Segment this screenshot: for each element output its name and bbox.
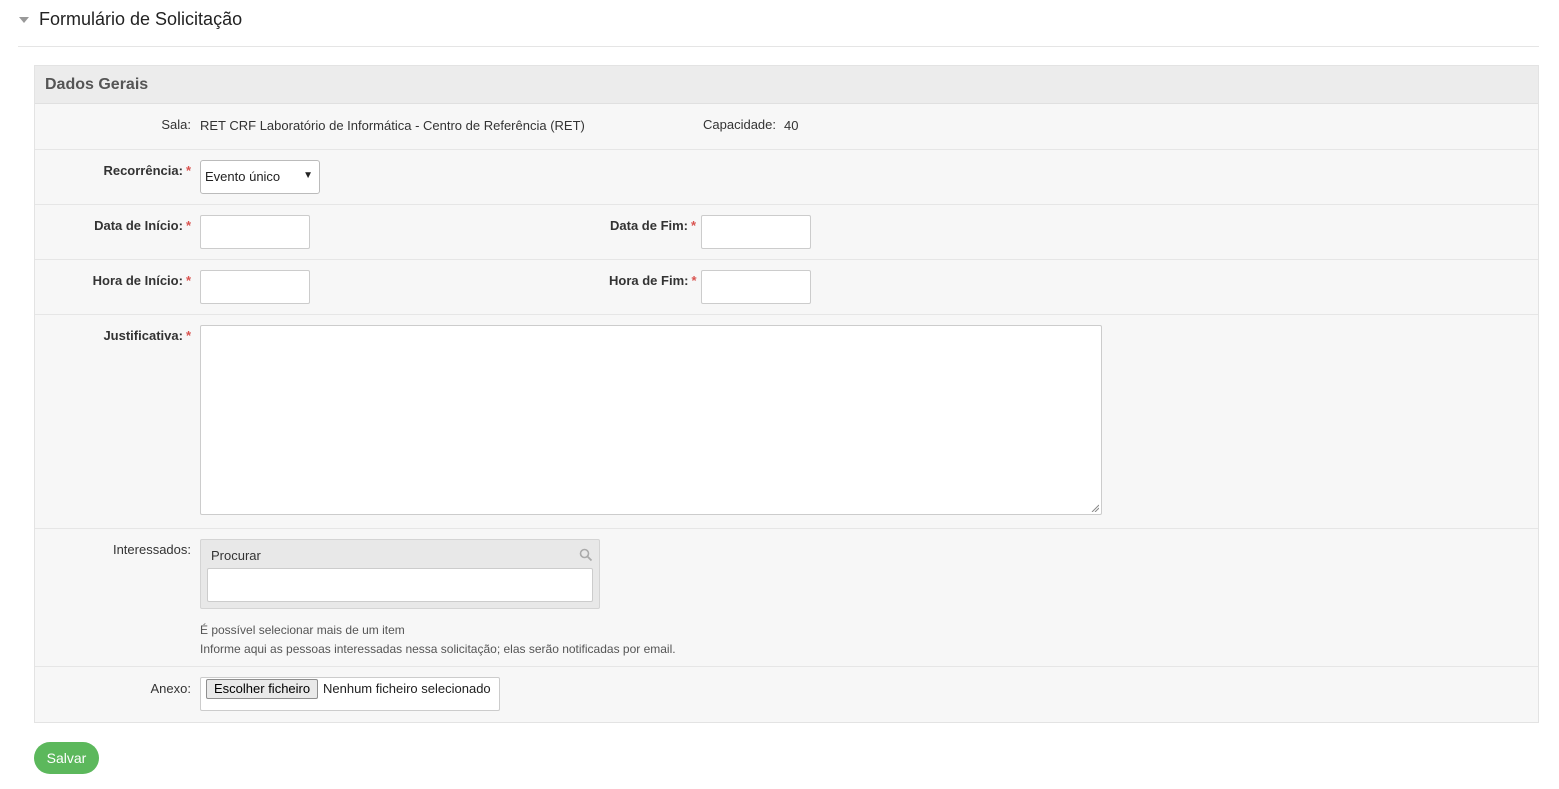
interessados-label: Interessados: — [112, 542, 191, 557]
section-header[interactable]: Formulário de Solicitação — [18, 0, 1539, 47]
data-fim-label: Data de Fim: * — [610, 218, 697, 233]
panel-title: Dados Gerais — [35, 66, 1538, 104]
search-label: Procurar — [211, 548, 261, 563]
row-recorrencia: Recorrência: * Evento único ▼ — [35, 150, 1538, 205]
data-inicio-label: Data de Início: * — [94, 218, 191, 233]
interessados-help-info: Informe aqui as pessoas interessadas nes… — [200, 642, 676, 656]
interessados-help-multi: É possível selecionar mais de um item — [200, 623, 405, 637]
data-fim-input[interactable] — [701, 215, 811, 249]
anexo-label: Anexo: — [150, 681, 191, 696]
justificativa-label: Justificativa: * — [103, 328, 191, 343]
row-interessados: Interessados: Procurar É possível seleci… — [35, 529, 1538, 667]
hora-inicio-input[interactable] — [200, 270, 310, 304]
hora-inicio-label: Hora de Início: * — [92, 273, 191, 288]
general-data-panel: Dados Gerais Sala: RET CRF Laboratório d… — [34, 65, 1539, 723]
recorrencia-selected: Evento único — [205, 169, 281, 184]
sala-value: RET CRF Laboratório de Informática - Cen… — [200, 118, 585, 133]
data-inicio-input[interactable] — [200, 215, 310, 249]
hora-fim-label: Hora de Fim: * — [609, 273, 697, 288]
row-horas: Hora de Início: * Hora de Fim: * — [35, 260, 1538, 315]
interessados-search-input[interactable] — [207, 568, 593, 602]
row-anexo: Anexo: Escolher ficheiro Nenhum ficheiro… — [35, 667, 1538, 722]
capacidade-value: 40 — [784, 118, 799, 133]
search-icon[interactable] — [579, 548, 593, 562]
row-sala: Sala: RET CRF Laboratório de Informática… — [35, 104, 1538, 150]
interessados-search-box: Procurar — [200, 539, 600, 609]
caret-down-icon[interactable] — [19, 17, 29, 23]
sala-label: Sala: — [161, 117, 191, 132]
recorrencia-label: Recorrência: * — [103, 163, 191, 178]
anexo-file-input[interactable]: Escolher ficheiro Nenhum ficheiro seleci… — [200, 677, 500, 711]
capacidade-label: Capacidade: — [703, 117, 776, 132]
page-title: Formulário de Solicitação — [39, 9, 243, 29]
resize-handle-icon[interactable] — [1091, 504, 1099, 512]
row-justificativa: Justificativa: * — [35, 315, 1538, 529]
save-button[interactable]: Salvar — [34, 742, 99, 774]
recorrencia-select[interactable]: Evento único ▼ — [200, 160, 320, 194]
hora-fim-input[interactable] — [701, 270, 811, 304]
justificativa-textarea[interactable] — [200, 325, 1102, 515]
dropdown-arrow-icon: ▼ — [303, 170, 313, 181]
file-status: Nenhum ficheiro selecionado — [323, 681, 491, 696]
choose-file-button[interactable]: Escolher ficheiro — [206, 679, 319, 699]
row-datas: Data de Início: * Data de Fim: * — [35, 205, 1538, 260]
